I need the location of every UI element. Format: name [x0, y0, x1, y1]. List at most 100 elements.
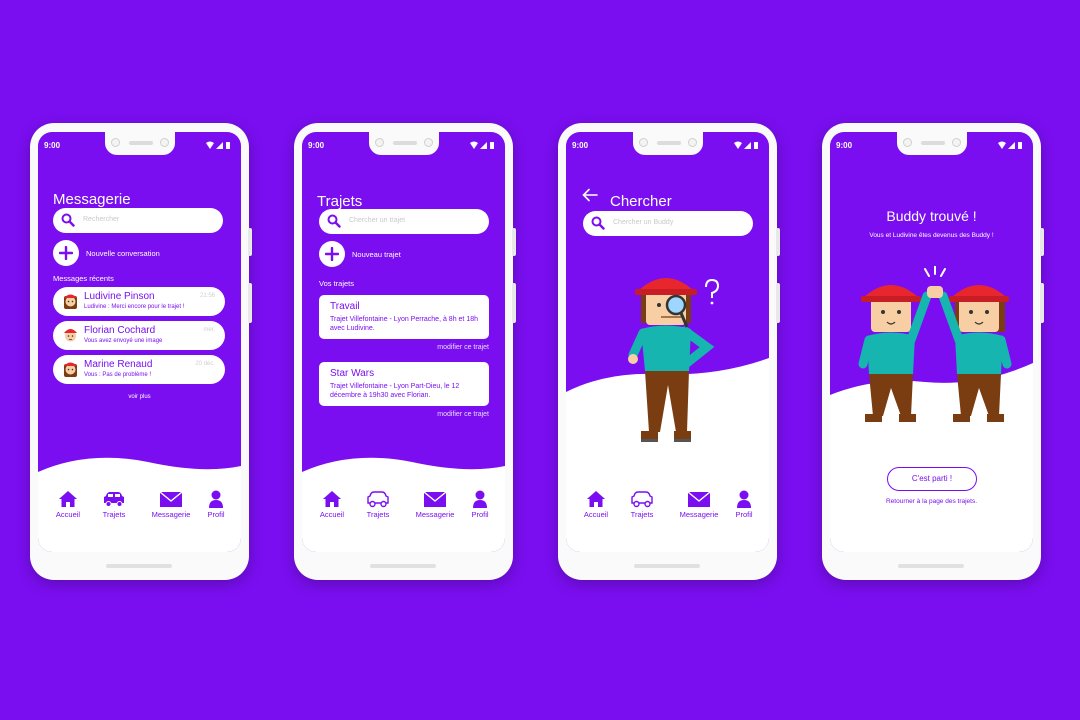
- screen-messagerie: 9:00 Messagerie Rechercher Nouvelle conv…: [38, 132, 241, 552]
- avatar: [64, 329, 77, 342]
- nav-messages[interactable]: Messagerie: [410, 490, 460, 519]
- status-icons: [734, 141, 758, 149]
- phone-trajets: 9:00 Trajets Chercher un trajet Nouveau …: [294, 123, 516, 580]
- contact-name: Ludivine Pinson: [84, 291, 155, 302]
- home-icon: [587, 491, 605, 507]
- nav-label: Messagerie: [151, 510, 191, 519]
- nav-label: Trajets: [366, 510, 390, 519]
- trip-name: Star Wars: [330, 368, 375, 379]
- trip-card[interactable]: Travail Trajet Villefontaine - Lyon Perr…: [319, 295, 489, 339]
- nav-profile[interactable]: Profil: [731, 490, 757, 519]
- section-label: Messages récents: [53, 274, 114, 283]
- nav-label: Profil: [735, 510, 753, 519]
- phone-messagerie: 9:00 Messagerie Rechercher Nouvelle conv…: [30, 123, 252, 580]
- status-icons: [206, 141, 230, 149]
- new-trip-label[interactable]: Nouveau trajet: [352, 250, 401, 259]
- back-arrow-icon[interactable]: [582, 188, 598, 202]
- mail-icon: [423, 491, 447, 507]
- search-input[interactable]: Rechercher: [53, 208, 223, 233]
- search-icon: [327, 214, 341, 228]
- page-title: Chercher: [610, 193, 672, 210]
- message-time: 20 déc.: [195, 361, 215, 367]
- message-item[interactable]: Florian Cochard mer. Vous avez envoyé un…: [53, 321, 225, 350]
- nav-label: Trajets: [102, 510, 126, 519]
- user-icon: [473, 490, 487, 508]
- nav-trips[interactable]: Trajets: [361, 490, 395, 519]
- message-item[interactable]: Marine Renaud 20 déc. Vous : Pas de prob…: [53, 355, 225, 384]
- car-icon: [104, 492, 124, 507]
- search-icon: [591, 216, 605, 230]
- edit-trip-link[interactable]: modifier ce trajet: [437, 344, 489, 351]
- status-time: 9:00: [836, 141, 853, 150]
- nav-label: Trajets: [630, 510, 654, 519]
- page-title: Messagerie: [53, 191, 131, 208]
- see-more-link[interactable]: voir plus: [38, 394, 241, 400]
- nav-home[interactable]: Accueil: [50, 490, 86, 519]
- search-placeholder: Chercher un trajet: [349, 217, 406, 224]
- home-indicator: [634, 564, 700, 568]
- searching-character-illustration: [628, 278, 720, 442]
- status-icons: [998, 141, 1022, 149]
- user-icon: [737, 490, 751, 508]
- nav-home[interactable]: Accueil: [314, 490, 350, 519]
- screen-buddy-found: 9:00 Buddy trouvé ! Vous et Ludivine ête…: [830, 132, 1033, 552]
- search-placeholder: Chercher un Buddy: [613, 219, 674, 226]
- bottom-nav: Accueil Trajets Messagerie Profil: [302, 490, 505, 540]
- message-time: mer.: [203, 327, 215, 333]
- notch: [897, 132, 967, 155]
- notch: [105, 132, 175, 155]
- nav-trips[interactable]: Trajets: [625, 490, 659, 519]
- trip-description: Trajet Villefontaine - Lyon Part-Dieu, l…: [330, 383, 460, 399]
- car-icon: [631, 491, 653, 508]
- nav-messages[interactable]: Messagerie: [146, 490, 196, 519]
- search-placeholder: Rechercher: [83, 216, 120, 223]
- new-conversation-button[interactable]: [53, 240, 79, 266]
- bottom-nav: Accueil Trajets Messagerie Profil: [566, 490, 769, 540]
- status-time: 9:00: [44, 141, 61, 150]
- nav-label: Accueil: [583, 510, 609, 519]
- status-time: 9:00: [572, 141, 589, 150]
- nav-messages[interactable]: Messagerie: [674, 490, 724, 519]
- nav-label: Profil: [207, 510, 225, 519]
- status-icons: [470, 141, 494, 149]
- trip-description: Trajet Villefontaine - Lyon Perrache, à …: [330, 316, 478, 332]
- home-indicator: [898, 564, 964, 568]
- high-five-illustration: [858, 266, 1012, 422]
- nav-label: Messagerie: [679, 510, 719, 519]
- bottom-nav: Accueil Trajets Messagerie Profil: [38, 490, 241, 540]
- home-indicator: [370, 564, 436, 568]
- status-time: 9:00: [308, 141, 325, 150]
- back-to-trips-link[interactable]: Retourner à la page des trajets.: [830, 498, 1033, 505]
- nav-home[interactable]: Accueil: [578, 490, 614, 519]
- home-indicator: [106, 564, 172, 568]
- plus-icon: [59, 246, 73, 260]
- message-item[interactable]: Ludivine Pinson 21:56 Ludivine : Merci e…: [53, 287, 225, 316]
- new-conversation-label[interactable]: Nouvelle conversation: [86, 249, 160, 258]
- phone-chercher: 9:00 Chercher Chercher un Buddy Accueil …: [558, 123, 780, 580]
- plus-icon: [325, 247, 339, 261]
- search-icon: [61, 213, 75, 227]
- search-input[interactable]: Chercher un trajet: [319, 209, 489, 234]
- message-preview: Vous : Pas de problème !: [84, 372, 152, 378]
- car-icon: [367, 491, 389, 508]
- nav-label: Messagerie: [415, 510, 455, 519]
- start-button[interactable]: C'est parti !: [887, 467, 977, 491]
- nav-trips[interactable]: Trajets: [97, 490, 131, 519]
- new-trip-button[interactable]: [319, 241, 345, 267]
- nav-label: Accueil: [319, 510, 345, 519]
- screen-chercher: 9:00 Chercher Chercher un Buddy Accueil …: [566, 132, 769, 552]
- phone-buddy-found: 9:00 Buddy trouvé ! Vous et Ludivine ête…: [822, 123, 1044, 580]
- contact-name: Marine Renaud: [84, 359, 153, 370]
- success-title: Buddy trouvé !: [886, 208, 977, 224]
- nav-label: Accueil: [55, 510, 81, 519]
- message-preview: Vous avez envoyé une image: [84, 338, 163, 344]
- notch: [633, 132, 703, 155]
- user-icon: [209, 490, 223, 508]
- nav-profile[interactable]: Profil: [467, 490, 493, 519]
- edit-trip-link[interactable]: modifier ce trajet: [437, 411, 489, 418]
- home-icon: [323, 491, 341, 507]
- trip-card[interactable]: Star Wars Trajet Villefontaine - Lyon Pa…: [319, 362, 489, 406]
- search-input[interactable]: Chercher un Buddy: [583, 211, 753, 236]
- nav-profile[interactable]: Profil: [203, 490, 229, 519]
- mail-icon: [687, 491, 711, 507]
